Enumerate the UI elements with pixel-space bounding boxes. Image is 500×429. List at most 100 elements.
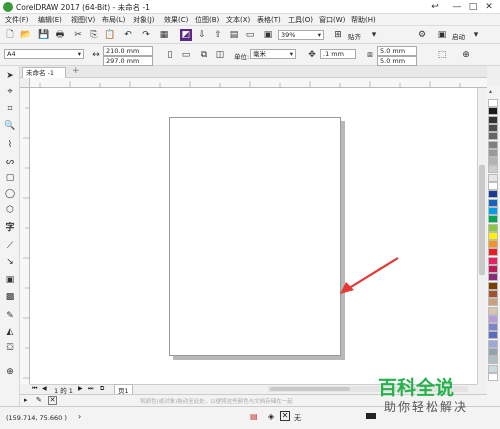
menu-table[interactable]: 表格(T) xyxy=(257,15,281,25)
zoom-tool-icon[interactable]: 🔍 xyxy=(4,120,16,132)
menu-file[interactable]: 文件(F) xyxy=(5,15,29,25)
add-tool-icon[interactable]: ⊕ xyxy=(4,366,16,378)
palette-swatch[interactable] xyxy=(488,190,498,199)
palette-swatch[interactable] xyxy=(488,281,498,290)
menu-object[interactable]: 对象(J) xyxy=(133,15,155,25)
crop-tool-icon[interactable]: ⌗ xyxy=(4,103,16,115)
ellipse-tool-icon[interactable]: ◯ xyxy=(4,188,16,200)
color-proof-icon[interactable]: ▤ xyxy=(250,412,258,421)
palette-swatch[interactable] xyxy=(488,314,498,323)
palette-swatch[interactable] xyxy=(488,148,498,157)
palette-swatch[interactable] xyxy=(488,273,498,282)
snap-to-button[interactable]: 贴齐 xyxy=(348,31,361,41)
palette-up-icon[interactable]: ▴ xyxy=(489,88,492,95)
new-document-icon[interactable]: 🗋 xyxy=(4,29,16,41)
import-icon[interactable]: ⇩ xyxy=(196,29,208,41)
palette-swatch[interactable] xyxy=(488,173,498,182)
save-icon[interactable]: 💾 xyxy=(38,29,50,41)
artistic-media-icon[interactable]: ᔕ xyxy=(4,156,16,168)
add-page-icon[interactable]: ⧉ xyxy=(100,385,104,393)
palette-swatch[interactable] xyxy=(488,99,498,107)
palette-swatch[interactable] xyxy=(488,256,498,265)
smart-fill-icon[interactable]: ⛋ xyxy=(4,342,16,354)
palette-swatch[interactable] xyxy=(488,182,498,190)
palette-swatch[interactable] xyxy=(488,115,498,124)
menu-bitmaps[interactable]: 位图(B) xyxy=(195,15,219,25)
drop-shadow-icon[interactable]: ▣ xyxy=(4,274,16,286)
back-icon[interactable]: ↩ xyxy=(424,0,446,14)
interactive-fill-icon[interactable]: ◭ xyxy=(4,326,16,338)
palette-swatch[interactable] xyxy=(488,364,498,373)
palette-swatch[interactable] xyxy=(488,140,498,149)
current-page-icon[interactable]: ◫ xyxy=(214,49,226,61)
options-gear-icon[interactable]: ⚙ xyxy=(416,29,428,41)
menu-effects[interactable]: 效果(C) xyxy=(164,15,188,25)
menu-layout[interactable]: 布局(L) xyxy=(102,15,125,25)
undo-icon[interactable]: ↶ xyxy=(122,29,134,41)
eyedropper-tool-icon[interactable]: ✎ xyxy=(4,310,16,322)
shape-tool-icon[interactable]: ⌖ xyxy=(4,86,16,98)
palette-swatch[interactable] xyxy=(488,265,498,273)
palette-swatch[interactable] xyxy=(488,348,498,356)
palette-swatch[interactable] xyxy=(488,289,498,298)
plus-icon[interactable]: + xyxy=(72,66,80,76)
previous-page-icon[interactable]: ◀ xyxy=(42,385,47,392)
paper-size-select[interactable]: A4 ▾ xyxy=(4,49,84,59)
eyedropper-icon[interactable]: ✎ xyxy=(36,396,42,404)
palette-swatch[interactable] xyxy=(488,132,498,141)
palette-swatch[interactable] xyxy=(488,206,498,215)
vertical-scroll-thumb[interactable] xyxy=(479,165,485,275)
menu-view[interactable]: 视图(V) xyxy=(71,15,95,25)
horizontal-scroll-thumb[interactable] xyxy=(270,387,350,391)
horizontal-ruler[interactable] xyxy=(30,78,487,88)
palette-swatch[interactable] xyxy=(488,215,498,224)
nudge-distance-field[interactable]: .1 mm xyxy=(320,49,356,59)
parallel-dimension-icon[interactable]: ⟋ xyxy=(4,240,16,252)
document-tab[interactable]: 未命名 -1 xyxy=(22,67,66,78)
palette-swatch[interactable] xyxy=(488,306,498,315)
transparency-tool-icon[interactable]: ▩ xyxy=(4,291,16,303)
palette-swatch[interactable] xyxy=(488,157,498,166)
freehand-tool-icon[interactable]: ⌇ xyxy=(4,139,16,151)
first-page-icon[interactable]: ⏮ xyxy=(32,385,37,393)
menu-window[interactable]: 窗口(W) xyxy=(319,15,345,25)
page-width-field[interactable]: 210.0 mm xyxy=(103,46,153,56)
menu-help[interactable]: 帮助(H) xyxy=(351,15,376,25)
search-content-icon[interactable]: ▦ xyxy=(158,29,170,41)
no-fill-swatch-icon[interactable]: ✕ xyxy=(280,411,290,421)
palette-swatch[interactable] xyxy=(488,107,498,116)
palette-swatch[interactable] xyxy=(488,231,498,240)
export-pdf-icon[interactable]: ▤ xyxy=(228,29,240,41)
last-page-icon[interactable]: ⏭ xyxy=(88,385,93,393)
polygon-tool-icon[interactable]: ⬡ xyxy=(4,204,16,216)
landscape-icon[interactable]: ▭ xyxy=(180,49,192,61)
all-pages-icon[interactable]: ⧉ xyxy=(198,49,210,61)
corel-connect-icon[interactable]: ◩ xyxy=(180,29,192,41)
document-page[interactable] xyxy=(169,117,341,356)
palette-swatch[interactable] xyxy=(488,298,498,307)
paste-icon[interactable]: 📋 xyxy=(104,29,116,41)
duplicate-x-field[interactable]: 5.0 mm xyxy=(377,46,417,56)
palette-swatch[interactable] xyxy=(488,248,498,257)
cut-icon[interactable]: ✂ xyxy=(72,29,84,41)
zoom-level-field[interactable]: 39% ▾ xyxy=(278,30,324,40)
page-height-field[interactable]: 297.0 mm xyxy=(103,56,153,66)
portrait-icon[interactable]: ▯ xyxy=(164,49,176,61)
connector-tool-icon[interactable]: ↘ xyxy=(4,256,16,268)
menu-text[interactable]: 文本(X) xyxy=(226,15,250,25)
page-border-icon[interactable]: ⬚ xyxy=(436,49,448,61)
palette-swatch[interactable] xyxy=(488,223,498,232)
export-icon[interactable]: ⇧ xyxy=(212,29,224,41)
next-page-icon[interactable]: ▶ xyxy=(78,385,83,392)
palette-swatch[interactable] xyxy=(488,240,498,249)
palette-swatch[interactable] xyxy=(488,323,498,332)
rectangle-tool-icon[interactable]: ▢ xyxy=(4,172,16,184)
palette-swatch[interactable] xyxy=(488,198,498,207)
close-button[interactable]: ✕ xyxy=(478,0,500,14)
print-icon[interactable]: 🖶 xyxy=(54,29,66,41)
full-screen-icon[interactable]: ▭ xyxy=(244,29,256,41)
palette-swatch[interactable] xyxy=(488,339,498,348)
vertical-ruler[interactable] xyxy=(20,88,30,384)
palette-swatch[interactable] xyxy=(488,123,498,132)
chevron-down-icon[interactable]: ▾ xyxy=(368,29,380,41)
